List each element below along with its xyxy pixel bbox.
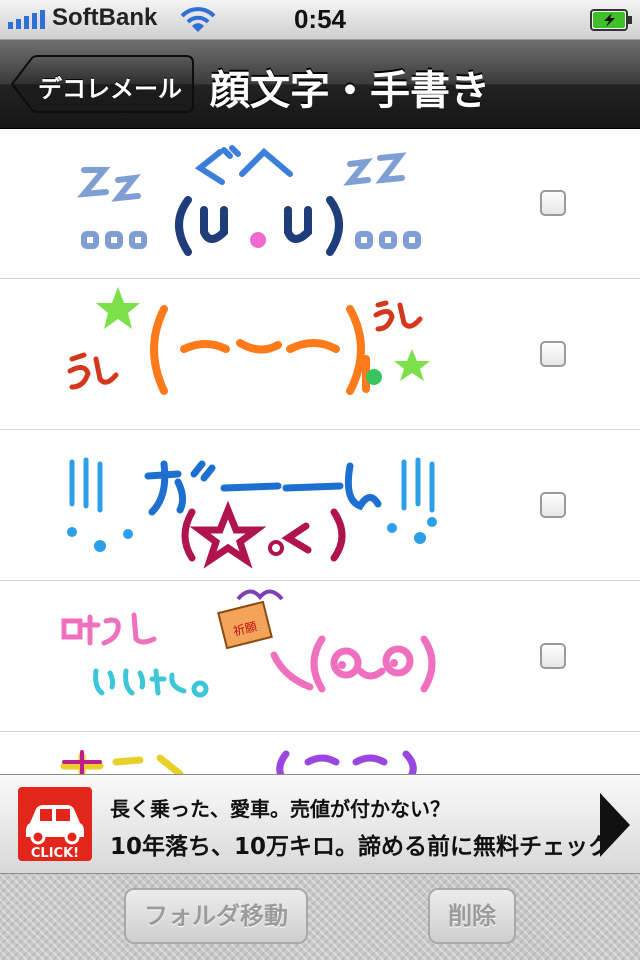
list-item[interactable]	[0, 279, 640, 430]
list-item[interactable]	[0, 732, 640, 774]
sleeping-face-emoticon-image	[77, 145, 421, 256]
list-item[interactable]	[0, 430, 640, 581]
move-folder-button[interactable]: フォルダ移動	[124, 888, 308, 944]
clock: 0:54	[293, 4, 347, 34]
ad-banner[interactable]: CLICK! 長く乗った、愛車。売値が付かない？ 10年落ち、10万キロ。諦める…	[0, 774, 640, 874]
select-checkbox[interactable]	[540, 643, 566, 669]
navigation-bar: デコレメール 顔文字・手書き	[0, 40, 640, 129]
partial-emoticon-image	[60, 750, 417, 774]
back-button-label: デコレメール	[38, 75, 182, 103]
shocked-face-emoticon-image	[67, 457, 437, 569]
ad-icon-text: CLICK!	[31, 846, 79, 861]
wish-face-emoticon-image: 祈願	[61, 589, 436, 698]
car-ad-icon: CLICK!	[18, 787, 92, 861]
emoticon-list[interactable]: 祈願	[0, 128, 640, 774]
delete-button[interactable]: 削除	[428, 888, 516, 944]
select-checkbox[interactable]	[540, 492, 566, 518]
ad-subline: 10年落ち、10万キロ。諦める前に無料チェック	[110, 834, 612, 860]
battery-charging-icon	[590, 9, 632, 31]
list-item[interactable]: 祈願	[0, 581, 640, 732]
ad-headline: 長く乗った、愛車。売値が付かない？	[110, 797, 450, 821]
select-checkbox[interactable]	[540, 341, 566, 367]
bottom-toolbar: フォルダ移動 削除	[0, 874, 640, 960]
ad-arrow-icon	[600, 793, 630, 857]
page-title: 顔文字・手書き	[210, 68, 490, 114]
list-item[interactable]	[0, 128, 640, 279]
back-button[interactable]: デコレメール	[10, 55, 194, 113]
car-icon: CLICK!	[26, 805, 84, 861]
status-bar: SoftBank 0:54	[0, 0, 640, 40]
nodding-face-emoticon-image	[67, 287, 430, 395]
select-checkbox[interactable]	[540, 190, 566, 216]
